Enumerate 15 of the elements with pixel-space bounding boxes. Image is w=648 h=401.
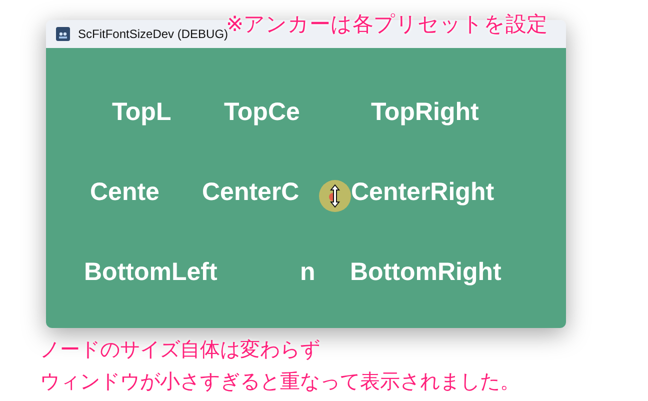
anchor-label: TopL [112, 98, 172, 126]
app-icon [56, 27, 70, 41]
annotation-text: ウィンドウが小さすぎると重なって表示されました。 [40, 368, 520, 394]
anchor-label: n [300, 258, 316, 286]
anchor-label: CenterC [202, 178, 300, 206]
anchor-label: Cente [90, 178, 160, 206]
anchor-label: TopCe [224, 98, 300, 126]
anchor-label: TopRight [371, 98, 479, 126]
window-title: ScFitFontSizeDev (DEBUG) [78, 27, 228, 41]
anchor-label: CenterRight [351, 178, 494, 206]
anchor-label: BottomRight [350, 258, 502, 286]
annotation-text: ノードのサイズ自体は変わらず [40, 336, 321, 362]
annotation-text: ※アンカーは各プリセットを設定 [226, 11, 548, 36]
anchor-label: BottomLeft [84, 258, 218, 286]
resize-cursor-icon [318, 179, 352, 213]
